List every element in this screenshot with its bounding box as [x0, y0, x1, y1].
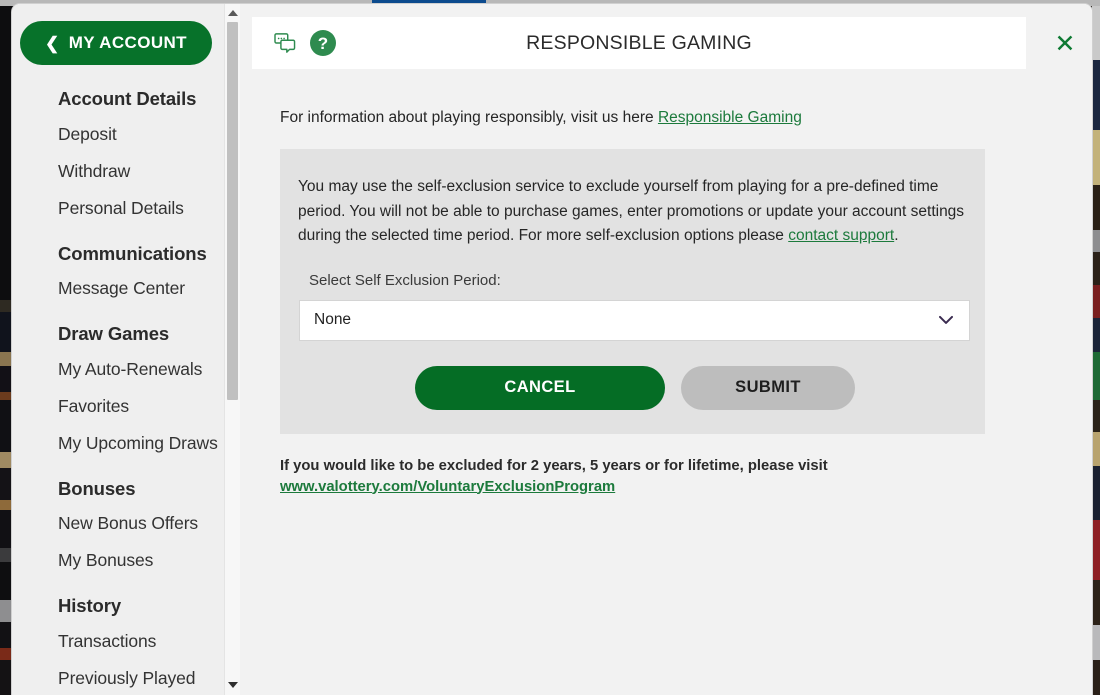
description-part2: . [894, 227, 899, 244]
sidebar-item-previously-played-games[interactable]: Previously Played Games [12, 667, 240, 695]
valottery-exclusion-link[interactable]: www.valottery.com/VoluntaryExclusionProg… [280, 479, 615, 495]
dialog-header-icons: ? [252, 30, 336, 56]
my-account-button[interactable]: ❮ MY ACCOUNT [20, 21, 212, 65]
question-mark-icon[interactable]: ? [310, 30, 336, 56]
sidebar-item-my-bonuses[interactable]: My Bonuses [12, 549, 240, 572]
sidebar-heading-draw-games: Draw Games [58, 323, 170, 344]
sidebar-item-personal-details[interactable]: Personal Details [12, 197, 240, 220]
exclusion-period-value: None [314, 311, 352, 328]
intro-text: For information about playing responsibl… [280, 109, 1092, 127]
sidebar-item-deposit[interactable]: Deposit [12, 123, 240, 146]
responsible-gaming-link[interactable]: Responsible Gaming [658, 109, 802, 126]
exclusion-period-select[interactable]: None [299, 299, 970, 341]
sidebar-item-favorites[interactable]: Favorites [12, 395, 240, 418]
sidebar-item-my-upcoming-draws[interactable]: My Upcoming Draws [12, 432, 240, 455]
chevron-left-icon: ❮ [45, 33, 60, 53]
sidebar-content: ❮ MY ACCOUNT Account Details Deposit Wit… [12, 21, 240, 695]
triangle-down-icon [228, 682, 238, 688]
self-exclusion-description: You may use the self-exclusion service t… [296, 175, 969, 249]
sidebar-item-message-center[interactable]: Message Center [12, 277, 240, 300]
help-glyph: ? [317, 33, 329, 53]
close-icon[interactable]: ✕ [1052, 32, 1078, 58]
contact-support-link[interactable]: contact support [788, 227, 894, 244]
dialog-header: ? RESPONSIBLE GAMING [252, 17, 1026, 69]
sidebar-item-my-auto-renewals[interactable]: My Auto-Renewals [12, 358, 240, 381]
sidebar-item-withdraw[interactable]: Withdraw [12, 160, 240, 183]
dialog-panel: ? RESPONSIBLE GAMING ✕ For information a… [240, 4, 1092, 695]
chat-bubble-icon[interactable] [274, 33, 296, 53]
sidebar-heading-account-details: Account Details [58, 88, 197, 109]
intro-label: For information about playing responsibl… [280, 109, 658, 126]
exclusion-period-label: Select Self Exclusion Period: [309, 271, 501, 289]
scrollbar-up-arrow[interactable] [225, 5, 241, 21]
page-title: RESPONSIBLE GAMING [526, 31, 752, 54]
account-sidebar: ❮ MY ACCOUNT Account Details Deposit Wit… [12, 4, 240, 695]
footer-text: If you would like to be excluded for 2 y… [280, 457, 828, 474]
background-strip-right [1092, 0, 1100, 695]
sidebar-item-new-bonus-offers[interactable]: New Bonus Offers [12, 512, 240, 535]
triangle-up-icon [228, 10, 238, 16]
responsible-gaming-modal: ❮ MY ACCOUNT Account Details Deposit Wit… [12, 4, 1092, 695]
exclusion-footer-note: If you would like to be excluded for 2 y… [280, 456, 1092, 498]
sidebar-heading-bonuses: Bonuses [58, 477, 136, 499]
my-account-label: MY ACCOUNT [68, 33, 187, 52]
scrollbar-down-arrow[interactable] [225, 677, 241, 693]
chevron-down-icon [939, 315, 953, 324]
sidebar-heading-history: History [58, 595, 122, 616]
sidebar-heading-communications: Communications [58, 242, 207, 264]
submit-button[interactable]: SUBMIT [681, 365, 855, 410]
sidebar-item-transactions[interactable]: Transactions [12, 630, 240, 653]
action-buttons: CANCEL SUBMIT [415, 365, 969, 410]
dialog-body: For information about playing responsibl… [240, 82, 1092, 695]
sidebar-scrollbar[interactable] [224, 4, 240, 695]
cancel-button[interactable]: CANCEL [415, 365, 665, 410]
scrollbar-thumb[interactable] [227, 22, 238, 400]
close-glyph: ✕ [1054, 30, 1076, 58]
self-exclusion-panel: You may use the self-exclusion service t… [280, 149, 985, 434]
